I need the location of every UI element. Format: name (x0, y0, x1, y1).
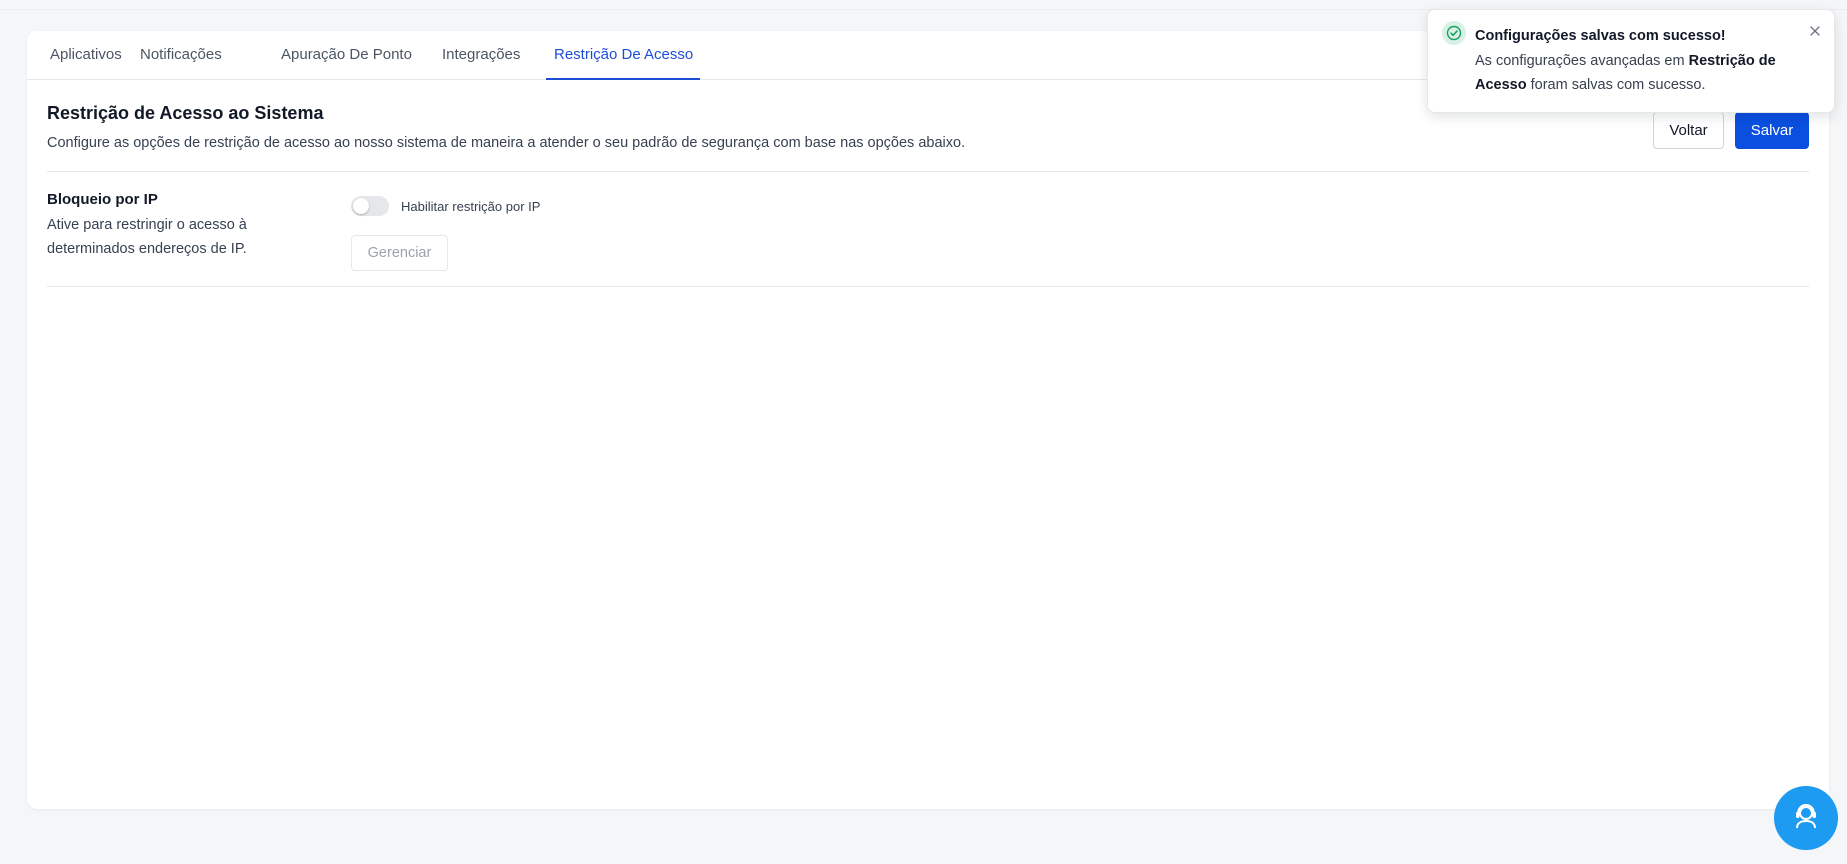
back-button[interactable]: Voltar (1653, 112, 1724, 149)
settings-card: Aplicativos Notificações Apuração De Pon… (27, 31, 1829, 809)
row-divider (47, 286, 1809, 287)
ip-block-title: Bloqueio por IP (47, 191, 158, 208)
toggle-knob (353, 198, 369, 214)
tab-integracoes[interactable]: Integrações (434, 31, 528, 80)
save-button[interactable]: Salvar (1735, 112, 1809, 149)
page-title: Restrição de Acesso ao Sistema (47, 103, 324, 123)
section-divider (47, 171, 1809, 172)
ip-restriction-toggle-label: Habilitar restrição por IP (401, 199, 541, 214)
tab-aplicativos[interactable]: Aplicativos (42, 31, 130, 80)
support-agent-icon (1791, 801, 1821, 836)
toast-message-suffix: foram salvas com sucesso. (1530, 77, 1706, 93)
toast-title: Configurações salvas com sucesso! (1475, 28, 1726, 44)
manage-ip-button[interactable]: Gerenciar (351, 235, 448, 271)
tab-apuracao-de-ponto[interactable]: Apuração De Ponto (273, 31, 420, 80)
toast-message-prefix: As configurações avançadas em (1475, 53, 1685, 69)
close-icon[interactable] (1806, 24, 1824, 42)
page-description: Configure as opções de restrição de aces… (47, 135, 966, 151)
ip-restriction-toggle[interactable] (351, 196, 389, 216)
ip-block-description: Ative para restringir o acesso à determi… (47, 217, 247, 257)
support-button[interactable] (1774, 786, 1838, 850)
tab-notificacoes[interactable]: Notificações (132, 31, 230, 80)
toast-message: As configurações avançadas em Restrição … (1475, 49, 1805, 97)
tab-restricao-de-acesso[interactable]: Restrição De Acesso (546, 31, 700, 80)
success-toast: Configurações salvas com sucesso! As con… (1427, 9, 1835, 113)
check-circle-icon (1442, 21, 1466, 45)
